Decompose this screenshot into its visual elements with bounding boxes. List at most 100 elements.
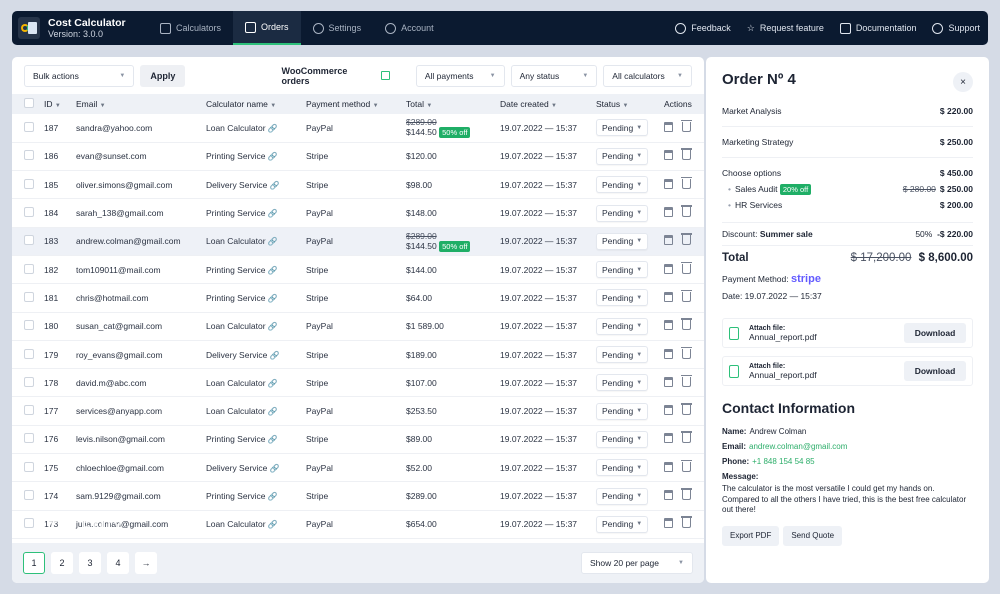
select-all-checkbox[interactable] — [24, 98, 34, 108]
trash-icon[interactable] — [681, 289, 692, 302]
calculator-name[interactable]: Printing Service 🔗 — [202, 142, 302, 170]
print-icon[interactable] — [664, 235, 673, 246]
status-select[interactable]: Pending ▼ — [596, 430, 649, 448]
trash-icon[interactable] — [681, 119, 692, 132]
status-select[interactable]: Pending ▼ — [596, 317, 649, 335]
table-row[interactable]: 181 chris@hotmail.com Printing Service 🔗… — [12, 284, 704, 313]
trash-icon[interactable] — [681, 516, 692, 529]
status-select[interactable]: Pending ▼ — [596, 147, 649, 165]
row-checkbox[interactable] — [24, 320, 34, 331]
print-icon[interactable] — [664, 178, 673, 189]
table-row[interactable]: 177 services@anyapp.com Loan Calculator … — [12, 397, 704, 426]
row-checkbox[interactable] — [24, 518, 34, 529]
row-checkbox[interactable] — [24, 348, 34, 359]
row-checkbox[interactable] — [24, 405, 34, 416]
trash-icon[interactable] — [681, 233, 692, 246]
calculator-name[interactable]: Printing Service 🔗 — [202, 425, 302, 453]
download-button[interactable]: Download — [904, 361, 966, 381]
row-checkbox[interactable] — [24, 490, 34, 500]
table-row[interactable]: 180 susan_cat@gmail.com Loan Calculator … — [12, 312, 704, 341]
col-total[interactable]: Total ▼ — [402, 94, 496, 114]
close-icon[interactable]: × — [953, 72, 973, 92]
row-checkbox[interactable] — [24, 235, 34, 246]
col-calculator[interactable]: Calculator name ▼ — [202, 94, 302, 114]
col-id[interactable]: ID ▼ — [40, 94, 72, 114]
nav-settings[interactable]: Settings — [301, 11, 374, 45]
print-icon[interactable] — [664, 263, 673, 274]
print-icon[interactable] — [664, 461, 673, 472]
print-icon[interactable] — [664, 121, 673, 132]
status-select[interactable]: Pending ▼ — [596, 289, 649, 307]
trash-icon[interactable] — [681, 431, 692, 444]
row-checkbox[interactable] — [24, 291, 34, 302]
calculator-name[interactable]: Delivery Service 🔗 — [202, 171, 302, 199]
page-4[interactable]: 4 — [107, 552, 129, 574]
table-row[interactable]: 187 sandra@yahoo.com Loan Calculator 🔗 P… — [12, 114, 704, 143]
calculator-name[interactable]: Delivery Service 🔗 — [202, 454, 302, 482]
calculator-name[interactable]: Delivery Service 🔗 — [202, 340, 302, 368]
nav-orders[interactable]: Orders — [233, 11, 301, 45]
row-checkbox[interactable] — [24, 121, 34, 132]
print-icon[interactable] — [664, 291, 673, 302]
row-checkbox[interactable] — [24, 461, 34, 472]
status-select[interactable]: Pending ▼ — [596, 402, 649, 420]
apply-button[interactable]: Apply — [140, 64, 186, 87]
status-select[interactable]: Pending ▼ — [596, 119, 649, 137]
trash-icon[interactable] — [681, 148, 692, 161]
calculator-name[interactable]: Loan Calculator 🔗 — [202, 114, 302, 142]
status-select[interactable]: Pending ▼ — [596, 346, 649, 364]
print-icon[interactable] — [664, 518, 673, 529]
per-page-select[interactable]: Show 20 per page ▼ — [581, 552, 693, 574]
calculator-name[interactable]: Loan Calculator 🔗 — [202, 312, 302, 340]
calculator-name[interactable]: Loan Calculator 🔗 — [202, 369, 302, 397]
calculator-name[interactable]: Printing Service 🔗 — [202, 255, 302, 283]
nav-request-feature[interactable]: ☆ Request feature — [739, 11, 832, 45]
page-3[interactable]: 3 — [79, 552, 101, 574]
trash-icon[interactable] — [681, 346, 692, 359]
row-checkbox[interactable] — [24, 263, 34, 274]
trash-icon[interactable] — [681, 374, 692, 387]
print-icon[interactable] — [664, 348, 673, 359]
phone-link[interactable]: +1 848 154 54 85 — [752, 457, 815, 466]
payments-filter[interactable]: All payments ▼ — [415, 64, 505, 87]
status-select[interactable]: Pending ▼ — [596, 204, 649, 222]
nav-feedback[interactable]: Feedback — [667, 11, 739, 45]
row-checkbox[interactable] — [24, 178, 34, 189]
table-row[interactable]: 186 evan@sunset.com Printing Service 🔗 S… — [12, 142, 704, 171]
print-icon[interactable] — [664, 376, 673, 387]
row-checkbox[interactable] — [24, 376, 34, 387]
page-2[interactable]: 2 — [51, 552, 73, 574]
status-select[interactable]: Pending ▼ — [596, 261, 649, 279]
trash-icon[interactable] — [681, 205, 692, 218]
status-select[interactable]: Pending ▼ — [596, 515, 649, 533]
print-icon[interactable] — [664, 405, 673, 416]
table-row[interactable]: 185 oliver.simons@gmail.com Delivery Ser… — [12, 171, 704, 199]
table-row[interactable]: 183 andrew.colman@gmail.com Loan Calcula… — [12, 227, 704, 256]
col-payment[interactable]: Payment method ▼ — [302, 94, 402, 114]
page-1[interactable]: 1 — [23, 552, 45, 574]
table-row[interactable]: 184 sarah_138@gmail.com Printing Service… — [12, 199, 704, 228]
bulk-actions-select[interactable]: Bulk actions ▼ — [24, 64, 135, 87]
next-page-arrow-icon[interactable]: → — [135, 552, 157, 574]
print-icon[interactable] — [664, 433, 673, 444]
woocommerce-orders-link[interactable]: WooCommerce orders — [281, 66, 390, 86]
table-row[interactable]: 182 tom109011@mail.com Printing Service … — [12, 255, 704, 284]
print-icon[interactable] — [664, 207, 673, 218]
calculator-name[interactable]: Printing Service 🔗 — [202, 284, 302, 312]
calculator-name[interactable]: Loan Calculator 🔗 — [202, 227, 302, 255]
status-select[interactable]: Pending ▼ — [596, 459, 649, 477]
export-pdf-button[interactable]: Export PDF — [722, 525, 780, 546]
row-checkbox[interactable] — [24, 150, 34, 161]
col-status[interactable]: Status ▼ — [592, 94, 660, 114]
calculator-name[interactable]: Printing Service 🔗 — [202, 199, 302, 227]
col-date[interactable]: Date created ▼ — [496, 94, 592, 114]
nav-calculators[interactable]: Calculators — [148, 11, 233, 45]
print-icon[interactable] — [664, 150, 673, 161]
row-checkbox[interactable] — [24, 433, 34, 444]
trash-icon[interactable] — [681, 176, 692, 189]
print-icon[interactable] — [664, 320, 673, 331]
col-email[interactable]: Email ▼ — [72, 94, 202, 114]
calculator-name[interactable]: Loan Calculator 🔗 — [202, 510, 302, 538]
calculator-name[interactable]: Printing Service 🔗 — [202, 482, 302, 510]
table-row[interactable]: 176 levis.nilson@gmail.com Printing Serv… — [12, 425, 704, 454]
